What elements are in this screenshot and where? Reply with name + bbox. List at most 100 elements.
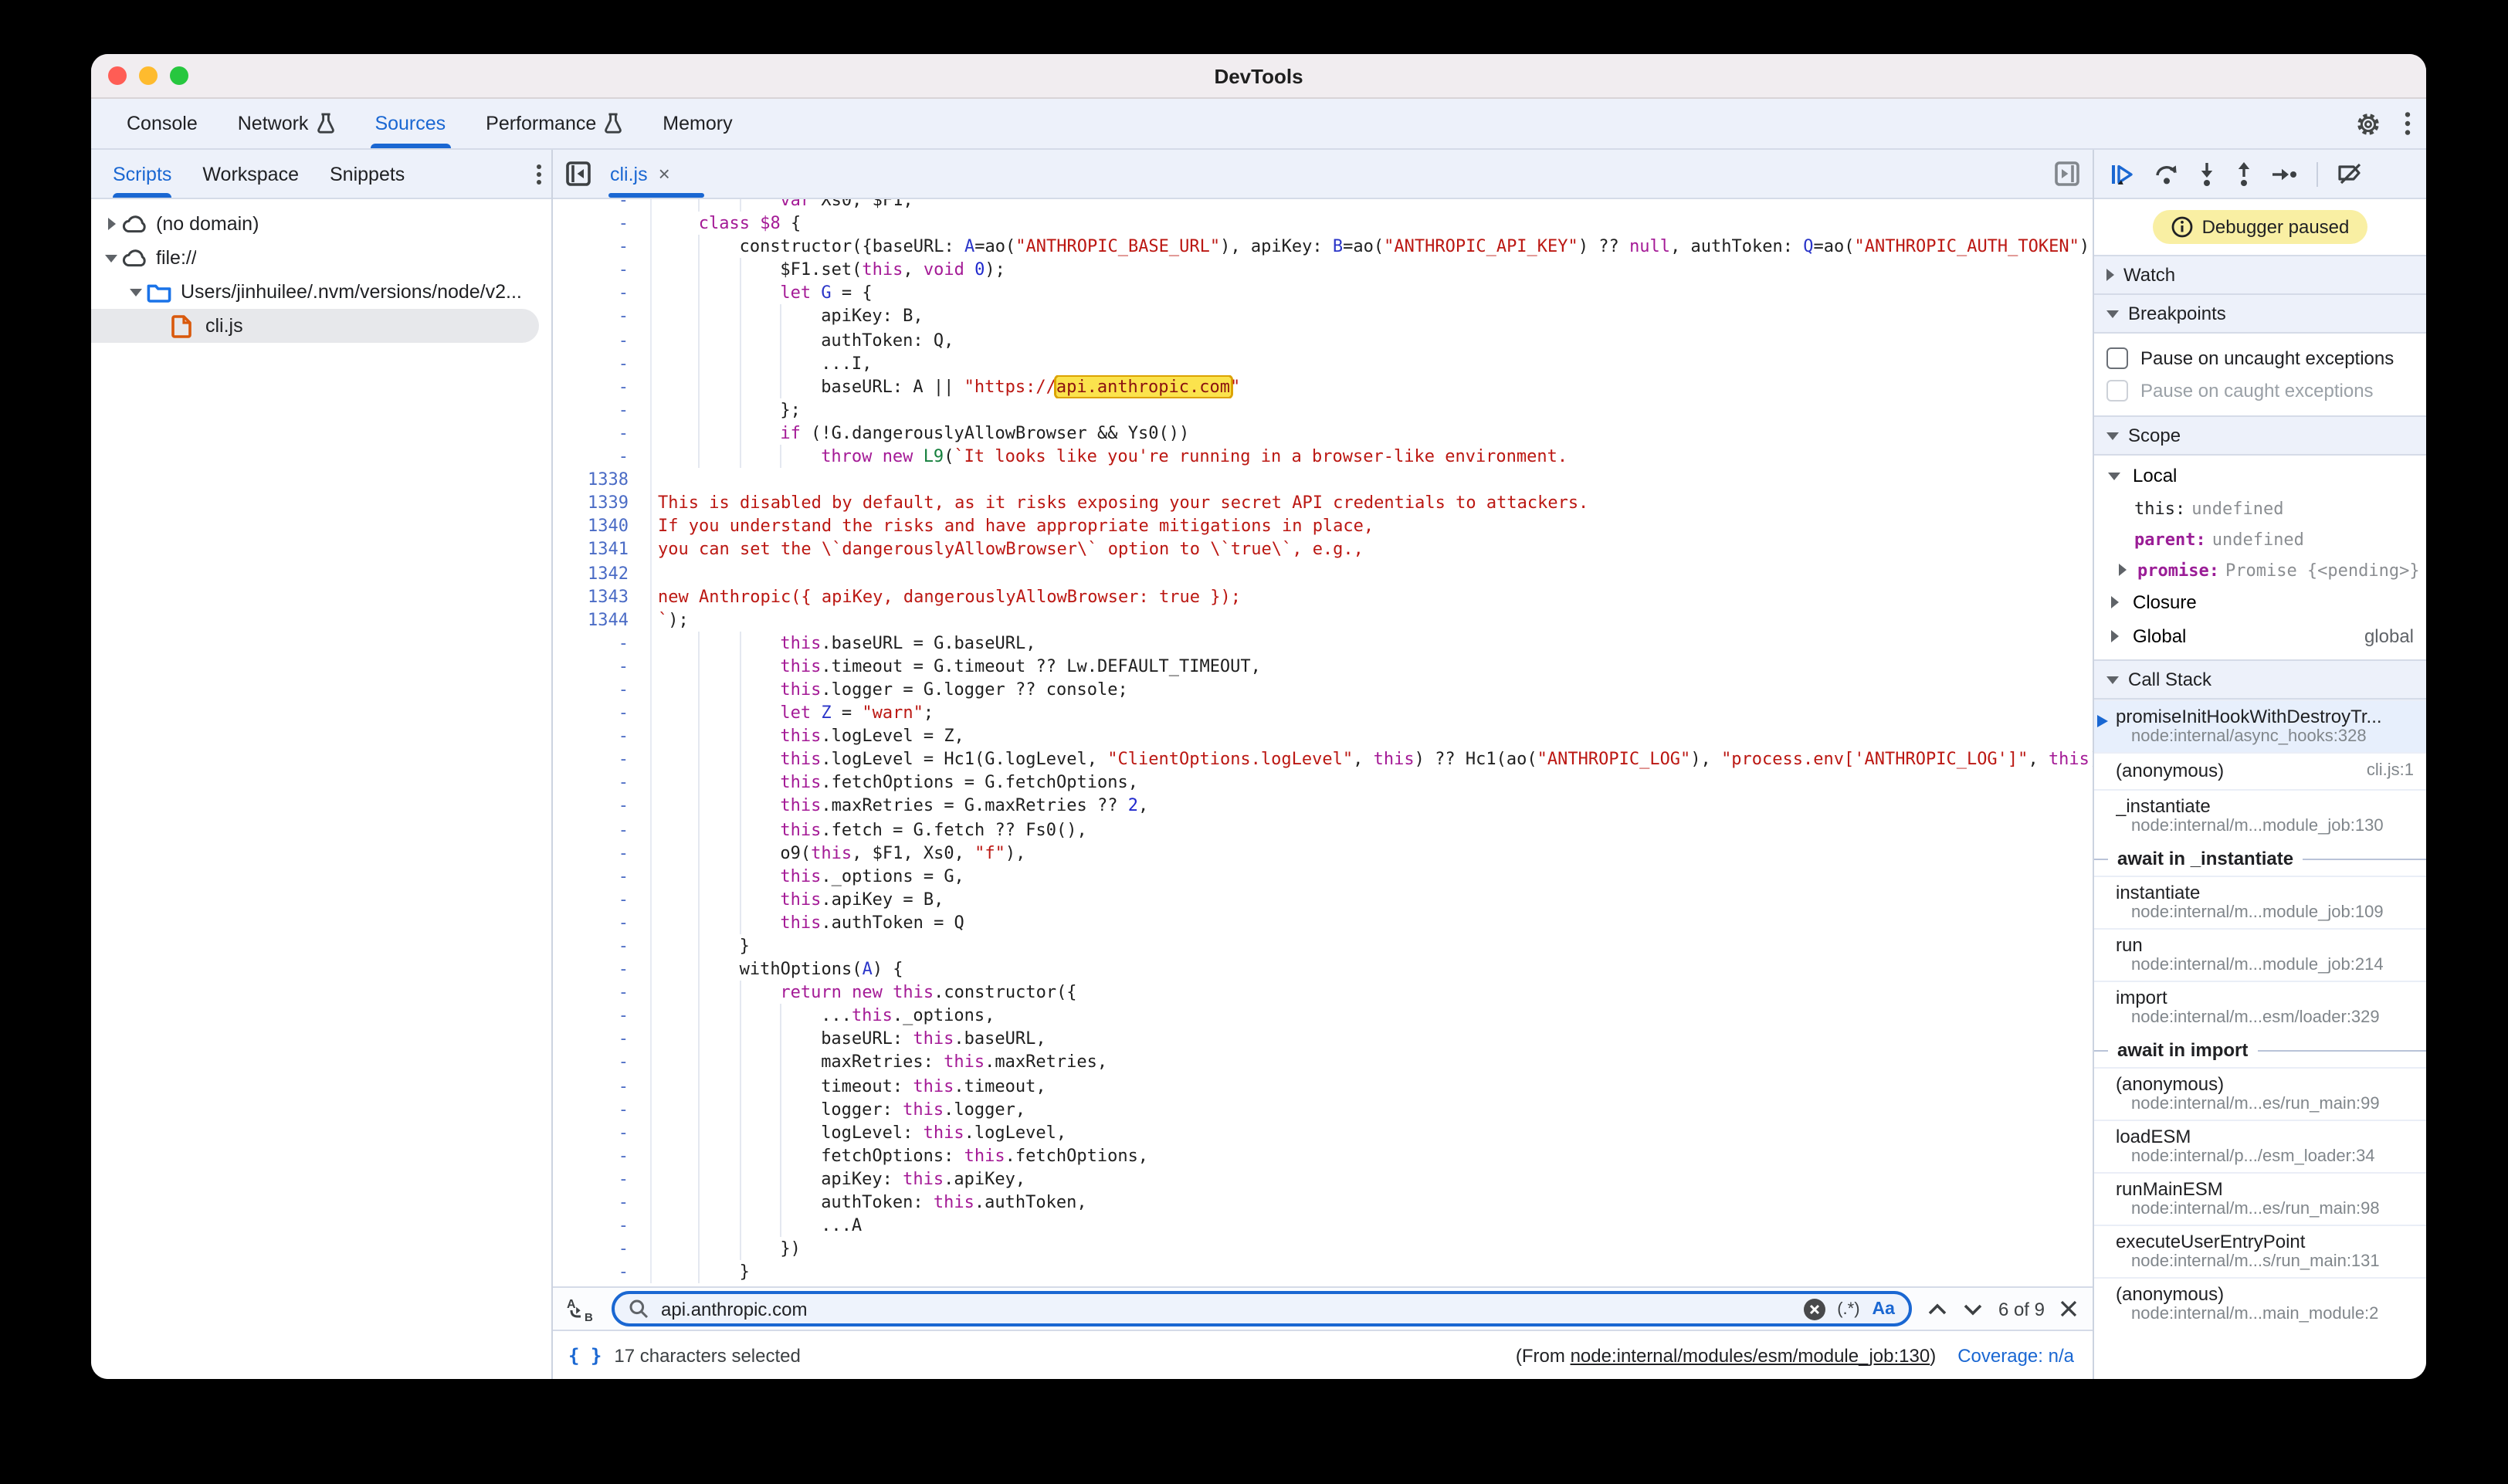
gutter-cell[interactable]: 1339 [553,491,652,514]
scope-group-arrow[interactable] [2103,630,2125,642]
tree-arrow[interactable] [100,218,122,230]
gutter-cell[interactable]: - [553,282,652,305]
more-options-button[interactable] [2405,111,2411,136]
pretty-print-icon[interactable]: { } [568,1344,602,1366]
gutter-cell[interactable]: - [553,888,652,911]
gutter-cell[interactable]: - [553,841,652,864]
call-stack-frame[interactable]: importnode:internal/m...esm/loader:329 [2094,981,2426,1033]
call-stack-frame[interactable]: (anonymous)node:internal/m...es/run_main… [2094,1067,2426,1120]
gutter-cell[interactable]: - [553,632,652,655]
breakpoint-option[interactable]: Pause on uncaught exceptions [2106,341,2414,374]
gutter-cell[interactable]: - [553,375,652,398]
section-watch[interactable]: Watch [2094,255,2426,295]
gutter-cell[interactable]: 1344 [553,608,652,631]
tree-arrow[interactable] [125,288,147,296]
tree-item[interactable]: Users/jinhuilee/.nvm/versions/node/v2... [91,275,551,309]
gutter-cell[interactable]: - [553,305,652,328]
gutter-cell[interactable]: 1342 [553,561,652,584]
deactivate-breakpoints-button[interactable] [2337,162,2364,185]
gutter-cell[interactable]: - [553,1121,652,1144]
call-stack-frame[interactable]: promiseInitHookWithDestroyTr...node:inte… [2094,700,2426,752]
replace-toggle-button[interactable]: A B [565,1295,596,1323]
gutter-cell[interactable]: - [553,328,652,351]
scope-group-closure[interactable]: Closure [2094,585,2426,619]
tab-performance[interactable]: Performance [466,99,642,148]
minimize-window-button[interactable] [139,66,158,85]
tab-console[interactable]: Console [107,99,218,148]
gutter-cell[interactable]: - [553,1261,652,1284]
regex-toggle-icon[interactable]: (.*) [1837,1299,1859,1318]
gutter-cell[interactable]: - [553,1051,652,1074]
tab-close-icon[interactable]: × [659,162,670,185]
scope-entry-arrow[interactable] [2113,564,2131,576]
step-out-button[interactable] [2235,161,2253,186]
section-call-stack[interactable]: Call Stack [2094,659,2426,700]
settings-button[interactable] [2355,110,2381,137]
gutter-cell[interactable]: - [553,1214,652,1237]
step-into-button[interactable] [2198,161,2216,186]
gutter-cell[interactable]: - [553,1144,652,1167]
gutter-cell[interactable]: - [553,818,652,841]
gutter-cell[interactable]: - [553,199,652,212]
tab-cli-js[interactable]: cli.js × [610,162,670,185]
tree-item[interactable]: file:// [91,241,551,275]
collapse-navigator-button[interactable] [565,161,591,187]
tab-memory[interactable]: Memory [642,99,752,148]
call-stack-frame[interactable]: executeUserEntryPointnode:internal/m...s… [2094,1225,2426,1277]
search-input[interactable] [658,1296,1794,1321]
gutter-cell[interactable]: - [553,259,652,282]
scope-group-arrow[interactable] [2103,472,2125,479]
gutter-cell[interactable]: - [553,771,652,795]
call-stack-frame[interactable]: (anonymous)node:internal/m...main_module… [2094,1277,2426,1330]
checkbox[interactable] [2106,347,2128,368]
match-case-toggle-icon[interactable]: Aa [1873,1299,1895,1318]
gutter-cell[interactable]: - [553,235,652,258]
call-stack-frame[interactable]: _instantiatenode:internal/m...module_job… [2094,789,2426,842]
gutter-cell[interactable]: 1341 [553,538,652,561]
close-search-button[interactable] [2060,1300,2077,1317]
tree-item[interactable]: cli.js [91,309,539,343]
collapse-debugger-button[interactable] [2054,161,2080,187]
gutter-cell[interactable]: - [553,864,652,887]
tree-item[interactable]: (no domain) [91,207,551,241]
gutter-cell[interactable]: - [553,422,652,445]
clear-icon[interactable] [1803,1298,1825,1320]
gutter-cell[interactable]: - [553,957,652,981]
step-over-button[interactable] [2154,162,2179,185]
call-stack-frame[interactable]: (anonymous)cli.js:1 [2094,752,2426,789]
previous-match-button[interactable] [1927,1303,1947,1315]
zoom-window-button[interactable] [170,66,188,85]
call-stack-frame[interactable]: loadESMnode:internal/p.../esm_loader:34 [2094,1120,2426,1172]
gutter-cell[interactable]: - [553,678,652,701]
call-stack-frame[interactable]: instantiatenode:internal/m...module_job:… [2094,876,2426,928]
tab-network[interactable]: Network [218,99,355,148]
gutter-cell[interactable]: - [553,1097,652,1120]
scope-group-arrow[interactable] [2103,596,2125,608]
search-field[interactable]: (.*) Aa [612,1291,1912,1326]
breakpoint-option[interactable]: Pause on caught exceptions [2106,374,2414,406]
navigator-tab-scripts[interactable]: Scripts [97,150,187,198]
gutter-cell[interactable]: - [553,724,652,747]
code-editor[interactable]: -var Xs0, $F1;-class $8 {-constructor({b… [553,199,2093,1286]
resume-button[interactable] [2110,161,2136,186]
section-breakpoints[interactable]: Breakpoints [2094,295,2426,334]
scope-variable[interactable]: parent: undefined [2094,523,2426,554]
gutter-cell[interactable]: 1338 [553,468,652,491]
gutter-cell[interactable]: - [553,701,652,724]
gutter-cell[interactable]: - [553,398,652,422]
gutter-cell[interactable]: - [553,445,652,468]
navigator-tab-snippets[interactable]: Snippets [314,150,420,198]
section-scope[interactable]: Scope [2094,415,2426,456]
coverage-link[interactable]: Coverage: n/a [1957,1344,2074,1366]
gutter-cell[interactable]: - [553,1005,652,1028]
navigator-more-button[interactable] [536,163,542,185]
gutter-cell[interactable]: 1343 [553,584,652,608]
scope-group-local[interactable]: Local [2094,459,2426,493]
scope-variable[interactable]: this: undefined [2094,493,2426,523]
close-window-button[interactable] [108,66,127,85]
gutter-cell[interactable]: - [553,911,652,934]
call-stack-frame[interactable]: runMainESMnode:internal/m...es/run_main:… [2094,1172,2426,1225]
gutter-cell[interactable]: - [553,212,652,235]
next-match-button[interactable] [1963,1303,1983,1315]
gutter-cell[interactable]: - [553,748,652,771]
